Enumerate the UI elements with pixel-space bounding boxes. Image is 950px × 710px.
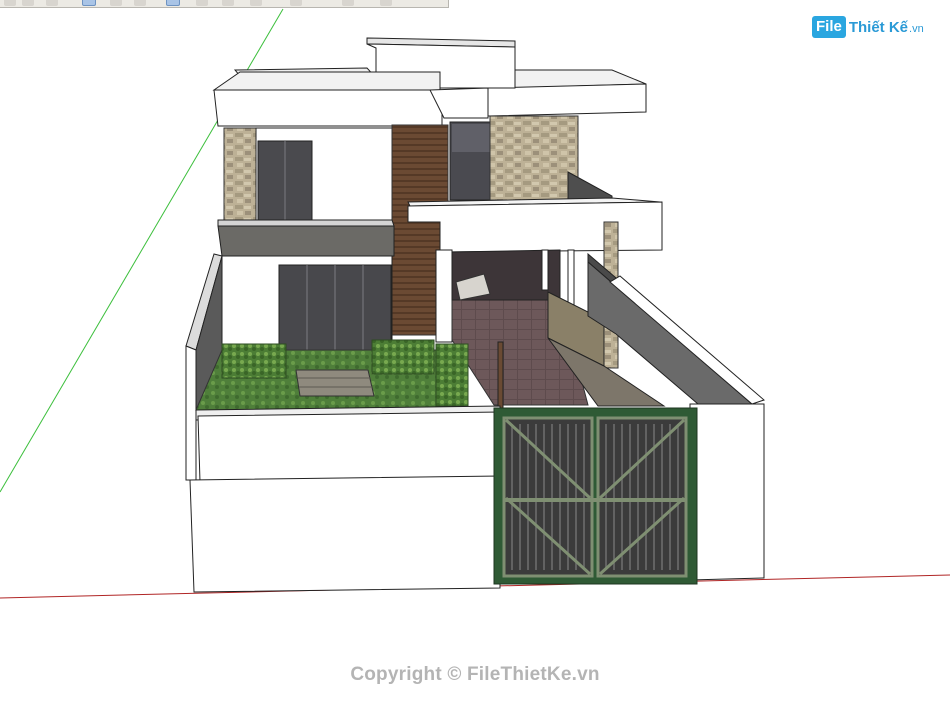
front-wall-lower — [189, 475, 501, 593]
balcony-slab-left — [217, 225, 395, 257]
stone-wall-right — [489, 115, 579, 201]
roof-slab-left-top2 — [212, 71, 441, 91]
front-wall-right — [689, 403, 765, 581]
roof-slab-right-front — [487, 83, 647, 117]
balcony-slab-left-top — [217, 219, 395, 227]
roof-slab-left-front — [213, 89, 443, 127]
canopy-slab-front — [407, 201, 663, 253]
3d-model-viewport[interactable] — [0, 0, 950, 710]
logo-domain: .vn — [909, 23, 924, 35]
copyright-watermark: Copyright © FileThietKe.vn — [350, 664, 600, 685]
front-wall-upper — [197, 411, 501, 483]
logo-badge: File — [812, 16, 846, 38]
hedge-side — [435, 343, 469, 407]
upper-window-transom — [452, 124, 490, 152]
stone-column-left — [223, 127, 257, 227]
carport-post — [497, 341, 504, 409]
canopy-support-wall — [435, 249, 453, 343]
gate-leaf-left[interactable] — [502, 416, 594, 578]
hedge-left — [221, 343, 287, 379]
site-logo: File Thiết Kế .vn — [812, 14, 924, 40]
logo-text: Thiết Kế — [848, 18, 909, 36]
hedge-right — [371, 339, 435, 375]
gate-leaf-right[interactable] — [596, 416, 688, 578]
left-boundary-wall-face — [185, 345, 197, 481]
garden-steps — [295, 369, 375, 397]
carport-column-1 — [541, 249, 549, 291]
